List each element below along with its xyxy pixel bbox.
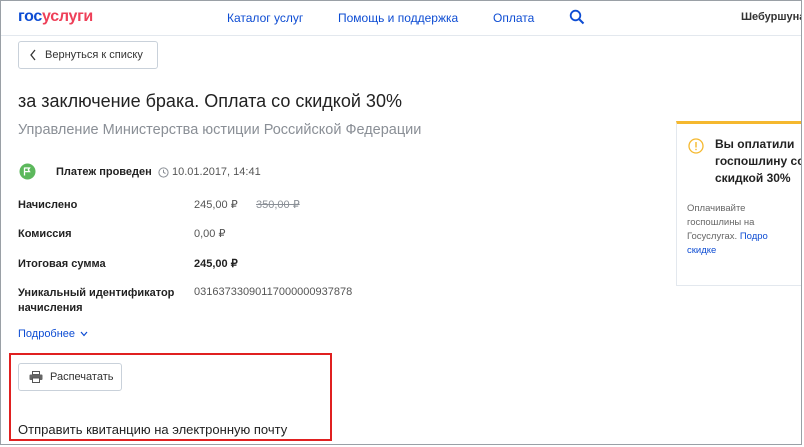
commission-label: Комиссия [18,228,72,240]
discount-link-cont[interactable]: скидке [687,244,801,258]
panel-title: Вы оплатили госпошлину со скидкой 30% [715,137,802,185]
site-header: госуслуги Каталог услуг Помощь и поддерж… [1,1,801,36]
nav-payment[interactable]: Оплата [493,11,534,25]
user-name[interactable]: Шебуршуна [741,11,801,23]
back-to-list-button[interactable]: Вернуться к списку [18,41,158,69]
chevron-left-icon [30,49,36,61]
back-button-label: Вернуться к списку [45,49,143,61]
search-icon[interactable] [569,9,585,25]
uid-value: 03163733090117000000937878 [194,286,353,298]
commission-value: 0,00 ₽ [194,228,226,240]
browser-viewport: госуслуги Каталог услуг Помощь и поддерж… [0,0,802,445]
clock-icon [158,167,169,178]
printer-icon [29,371,43,383]
gosuslugi-logo[interactable]: госуслуги [18,8,93,26]
page-subtitle: Управление Министерства юстиции Российск… [18,122,422,138]
charged-label: Начислено [18,199,78,211]
charged-value: 245,00 ₽ [194,199,238,211]
print-button-label: Распечатать [50,371,114,383]
chevron-down-icon [80,331,88,337]
total-value: 245,00 ₽ [194,258,238,270]
page-title: за заключение брака. Оплата со скидкой 3… [18,91,402,111]
discount-info-panel: Вы оплатили госпошлину со скидкой 30% Оп… [676,121,802,286]
info-icon [688,138,704,154]
total-label: Итоговая сумма [18,258,106,270]
nav-catalog[interactable]: Каталог услуг [227,11,303,25]
more-details-link[interactable]: Подробнее [18,328,88,340]
uid-label: Уникальный идентификатор начисления [18,287,175,314]
panel-text: Оплачивайте госпошлины на Госуслугах. По… [687,202,801,258]
charged-old-value: 350,00 ₽ [256,199,300,211]
send-receipt-email-link[interactable]: Отправить квитанцию на электронную почту [18,422,287,437]
status-check-icon [19,163,36,180]
discount-link[interactable]: Подро [740,231,768,242]
nav-help[interactable]: Помощь и поддержка [338,11,458,25]
print-button[interactable]: Распечатать [18,363,122,391]
payment-date: 10.01.2017, 14:41 [172,166,261,178]
status-label: Платеж проведен [56,166,152,178]
